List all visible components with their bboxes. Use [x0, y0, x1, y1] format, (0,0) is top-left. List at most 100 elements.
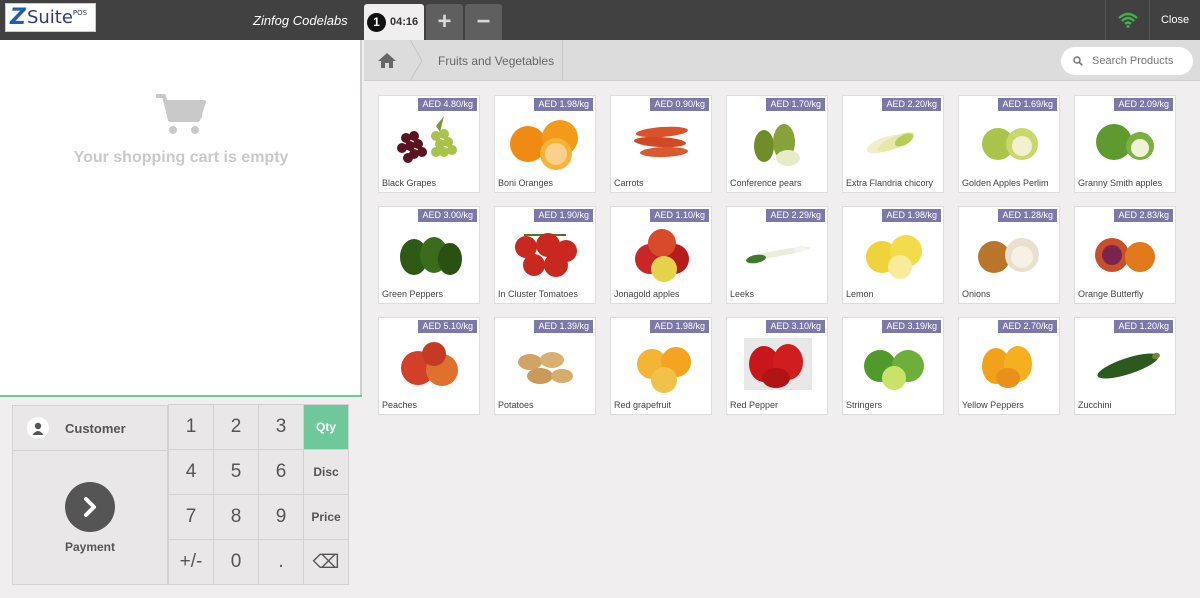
price-badge: AED 2.09/kg [1114, 98, 1173, 111]
zsuite-pos-logo: Z Suite POS [5, 3, 96, 32]
product-name: Red grapefruit [614, 400, 672, 410]
breadcrumb-separator [410, 40, 423, 81]
orange-butterfly-icon [1095, 238, 1155, 272]
home-icon [378, 53, 396, 68]
product-name: Golden Apples Perlim [962, 178, 1049, 188]
product-name: Conference pears [730, 178, 802, 188]
price-mode-button[interactable]: Price [303, 494, 349, 540]
product-card[interactable]: AED 1.28/kg Onions [958, 206, 1060, 304]
product-card[interactable]: AED 1.39/kg Potatoes [494, 317, 596, 415]
key-3[interactable]: 3 [258, 404, 304, 450]
yellow-peppers-icon [982, 346, 1032, 388]
close-button[interactable]: Close [1149, 0, 1200, 40]
tomatoes-icon [515, 233, 577, 277]
chevron-right-icon [65, 482, 115, 532]
price-badge: AED 1.98/kg [650, 320, 709, 333]
product-name: Yellow Peppers [962, 400, 1024, 410]
logo-suite: Suite [26, 6, 73, 28]
payment-label: Payment [64, 540, 116, 554]
decimal-key[interactable]: . [258, 539, 304, 585]
product-card[interactable]: AED 2.29/kg Leeks [726, 206, 828, 304]
disc-mode-button[interactable]: Disc [303, 449, 349, 495]
grapes-icon [397, 114, 457, 163]
key-8[interactable]: 8 [213, 494, 259, 540]
key-9[interactable]: 9 [258, 494, 304, 540]
product-card[interactable]: AED 1.10/kg Jonagold apples [610, 206, 712, 304]
price-badge: AED 1.90/kg [534, 209, 593, 222]
product-card[interactable]: AED 3.00/kg Green Peppers [378, 206, 480, 304]
product-card[interactable]: AED 3.10/kg Red Pepper [726, 317, 828, 415]
product-name: Red Pepper [730, 400, 779, 410]
key-1[interactable]: 1 [168, 404, 214, 450]
key-5[interactable]: 5 [213, 449, 259, 495]
price-badge: AED 0.90/kg [650, 98, 709, 111]
product-card[interactable]: AED 0.90/kg Carrots [610, 95, 712, 193]
price-badge: AED 2.70/kg [998, 320, 1057, 333]
product-name: Peaches [382, 400, 418, 410]
search-input[interactable]: Search Products [1092, 55, 1173, 67]
qty-mode-button[interactable]: Qty [303, 404, 349, 450]
key-2[interactable]: 2 [213, 404, 259, 450]
price-badge: AED 1.70/kg [766, 98, 825, 111]
product-name: Leeks [730, 289, 755, 299]
product-name: Extra Flandria chicory [846, 178, 934, 188]
product-name: Potatoes [498, 400, 534, 410]
green-apples-icon [1096, 124, 1154, 160]
top-bar: Z Suite POS Zinfog Codelabs 1 04:16 + − … [0, 0, 1200, 40]
key-7[interactable]: 7 [168, 494, 214, 540]
wifi-status[interactable] [1105, 0, 1149, 40]
product-card[interactable]: AED 2.70/kg Yellow Peppers [958, 317, 1060, 415]
search-box[interactable]: Search Products [1061, 47, 1193, 75]
price-badge: AED 1.10/kg [650, 209, 709, 222]
key-6[interactable]: 6 [258, 449, 304, 495]
chicory-icon [866, 132, 915, 154]
home-button[interactable] [364, 40, 410, 81]
logo-z: Z [10, 4, 26, 30]
price-badge: AED 3.10/kg [766, 320, 825, 333]
product-name: Carrots [614, 178, 644, 188]
breadcrumb-category[interactable]: Fruits and Vegetables [424, 40, 563, 81]
price-badge: AED 4.80/kg [418, 98, 477, 111]
green-peppers-icon [400, 237, 462, 275]
product-name: Orange Butterfly [1078, 289, 1144, 299]
price-badge: AED 2.83/kg [1114, 209, 1173, 222]
price-badge: AED 1.69/kg [998, 98, 1057, 111]
product-card[interactable]: AED 2.09/kg Granny Smith apples [1074, 95, 1176, 193]
potatoes-icon [518, 352, 573, 384]
product-card[interactable]: AED 4.80/kg Black Grapes [378, 95, 480, 193]
key-0[interactable]: 0 [213, 539, 259, 585]
logo-pos: POS [72, 9, 88, 17]
product-card[interactable]: AED 1.70/kg Conference pears [726, 95, 828, 193]
price-badge: AED 3.19/kg [882, 320, 941, 333]
order-tab[interactable]: 1 04:16 [364, 4, 424, 40]
product-card[interactable]: AED 5.10/kg Peaches [378, 317, 480, 415]
price-badge: AED 1.28/kg [998, 209, 1057, 222]
add-order-button[interactable]: + [426, 4, 463, 40]
price-badge: AED 1.39/kg [534, 320, 593, 333]
product-panel: Fruits and Vegetables Search Products AE… [364, 40, 1200, 598]
remove-order-button[interactable]: − [465, 4, 502, 40]
product-card[interactable]: AED 1.98/kg Lemon [842, 206, 944, 304]
red-peppers-icon [744, 338, 812, 390]
product-card[interactable]: AED 1.20/kg Zucchini [1074, 317, 1176, 415]
product-card[interactable]: AED 1.69/kg Golden Apples Perlim [958, 95, 1060, 193]
limes-icon [864, 350, 924, 390]
product-card[interactable]: AED 2.83/kg Orange Butterfly [1074, 206, 1176, 304]
product-card[interactable]: AED 3.19/kg Stringers [842, 317, 944, 415]
product-name: Stringers [846, 400, 883, 410]
key-4[interactable]: 4 [168, 449, 214, 495]
order-time: 04:16 [390, 16, 419, 28]
payment-button[interactable]: Payment [13, 452, 167, 584]
customer-button[interactable]: Customer [13, 406, 167, 451]
product-name: Granny Smith apples [1078, 178, 1163, 188]
price-badge: AED 5.10/kg [418, 320, 477, 333]
product-card[interactable]: AED 2.20/kg Extra Flandria chicory [842, 95, 944, 193]
product-card[interactable]: AED 1.98/kg Boni Oranges [494, 95, 596, 193]
lemons-icon [866, 235, 922, 279]
control-pad: Customer Payment 1 2 3 Qty 4 5 6 Disc 7 8 9 Price +/… [0, 395, 362, 598]
order-number-badge: 1 [367, 12, 386, 32]
product-card[interactable]: AED 1.90/kg In Cluster Tomatoes [494, 206, 596, 304]
product-card[interactable]: AED 1.98/kg Red grapefruit [610, 317, 712, 415]
plus-minus-key[interactable]: +/- [168, 539, 214, 585]
backspace-key[interactable]: ⌫ [303, 539, 349, 585]
